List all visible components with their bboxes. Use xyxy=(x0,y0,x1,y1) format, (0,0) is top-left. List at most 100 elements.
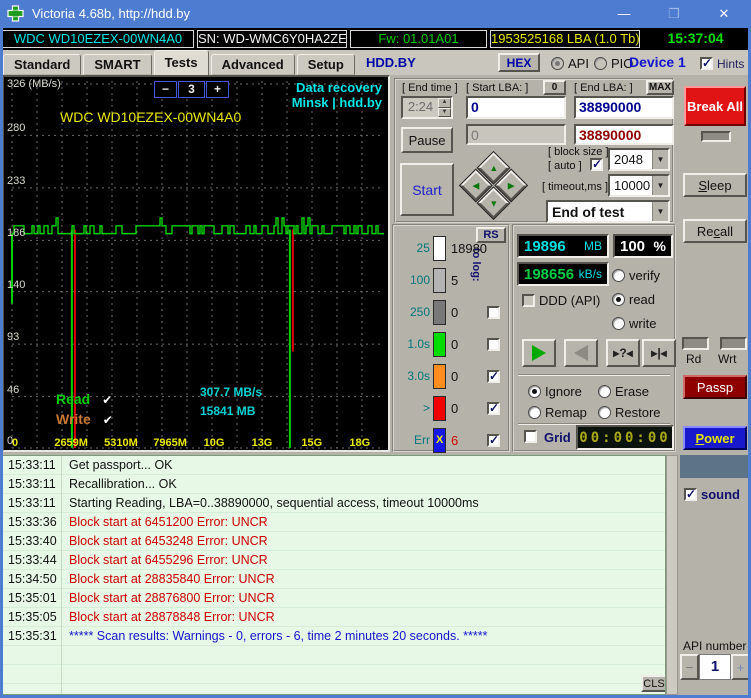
y-axis-label: 140 xyxy=(7,278,26,291)
write-activity-indicator xyxy=(720,337,747,350)
action-erase-radio[interactable]: Erase xyxy=(598,383,649,401)
watermark-line2: Minsk | hdd.by xyxy=(291,95,382,110)
recall-button[interactable]: Recall xyxy=(683,219,747,243)
break-all-button[interactable]: Break All xyxy=(684,86,746,126)
block-size-dropdown[interactable]: 2048 ▼ xyxy=(608,148,670,171)
timeout-dropdown[interactable]: 10000 ▼ xyxy=(608,174,670,197)
legend-read-check[interactable]: ✔ xyxy=(102,393,112,407)
ddd-checkbox-group: DDD (API) xyxy=(522,292,600,310)
dropdown-arrow-icon[interactable]: ▼ xyxy=(652,176,668,195)
percent-unit: % xyxy=(653,238,666,254)
mode-verify-radio[interactable]: verify xyxy=(612,267,660,285)
dropdown-arrow-icon[interactable]: ▼ xyxy=(652,150,668,169)
scan-forward-button[interactable] xyxy=(522,339,556,367)
api-radio-circle[interactable] xyxy=(551,57,564,71)
close-button[interactable]: ✕ xyxy=(704,0,744,28)
drive-info-bar: WDC WD10EZEX-00WN4A0 SN: WD-WMC6Y0HA2ZEA… xyxy=(0,28,751,50)
pio-radio[interactable]: PIO xyxy=(594,55,633,73)
hints-checkbox-group[interactable]: Hints xyxy=(700,55,744,73)
passport-button[interactable]: Passp xyxy=(683,375,747,399)
start-button[interactable]: Start xyxy=(400,163,454,216)
action-ignore-radio[interactable]: Ignore xyxy=(528,383,582,401)
action-restore-radio[interactable]: Restore xyxy=(598,404,661,422)
victoria-window: Victoria 4.68b, http://hdd.by — ❐ ✕ WDC … xyxy=(0,0,751,698)
bucket-label: 250 xyxy=(409,305,430,319)
log-row: 15:35:31 ***** Scan results: Warnings - 0… xyxy=(3,627,665,646)
end-time-spin-buttons[interactable]: ▲ ▼ xyxy=(438,98,451,117)
legend-write-check[interactable]: ✔ xyxy=(103,413,113,427)
end-action-dropdown[interactable]: End of test ▼ xyxy=(546,200,670,223)
hex-button[interactable]: HEX xyxy=(498,53,540,72)
sleep-button[interactable]: Sleep xyxy=(683,173,747,197)
bucket-checkbox[interactable] xyxy=(487,305,500,319)
pio-radio-circle[interactable] xyxy=(594,57,607,71)
scan-back-button[interactable] xyxy=(564,339,598,367)
ddd-checkbox xyxy=(522,294,535,308)
dropdown-arrow-icon[interactable]: ▼ xyxy=(652,202,668,221)
bucket-swatch: X xyxy=(433,427,446,453)
tab-standard[interactable]: Standard xyxy=(3,54,82,75)
auto-checkbox[interactable] xyxy=(590,157,603,171)
bucket-label: 3.0s xyxy=(407,369,430,383)
api-minus-button[interactable]: − xyxy=(680,654,699,680)
hints-checkbox[interactable] xyxy=(700,56,713,71)
action-remap-radio[interactable]: Remap xyxy=(528,404,587,422)
api-radio[interactable]: API xyxy=(551,55,589,73)
position-value: 19896 xyxy=(524,237,566,255)
erase-radio-circle[interactable] xyxy=(598,385,611,399)
log-panel[interactable]: 15:33:11 Get passport... OK 15:33:11 Recal… xyxy=(2,455,666,695)
log-text: Starting Reading, LBA=0..38890000, seque… xyxy=(69,496,479,510)
tab-setup[interactable]: Setup xyxy=(296,54,355,75)
butterfly-seek-button[interactable]: ▸|◂ xyxy=(642,339,676,367)
sound-checkbox-group[interactable]: sound xyxy=(684,486,740,504)
device-label: Device 1 xyxy=(629,54,686,70)
play-icon xyxy=(532,345,546,361)
random-seek-icon: ▸?◂ xyxy=(613,346,633,360)
bucket-checkbox[interactable] xyxy=(487,337,500,351)
tab-advanced[interactable]: Advanced xyxy=(210,54,295,75)
mode-read-radio[interactable]: read xyxy=(612,291,655,309)
cls-button[interactable]: CLS xyxy=(641,675,665,692)
sound-checkbox[interactable] xyxy=(684,487,697,502)
log-text: Recallibration... OK xyxy=(69,477,177,491)
zoom-in-button[interactable]: + xyxy=(206,81,229,98)
pause-button[interactable]: Pause xyxy=(401,127,453,153)
power-button[interactable]: Power xyxy=(683,426,747,450)
ignore-radio-circle[interactable] xyxy=(528,385,541,399)
mode-write-radio[interactable]: write xyxy=(612,315,656,333)
restore-radio-circle[interactable] xyxy=(598,406,611,420)
log-time: 15:33:44 xyxy=(8,553,57,567)
api-number-value[interactable]: 1 xyxy=(699,654,731,680)
log-time: 15:33:11 xyxy=(8,496,56,510)
minimize-button[interactable]: — xyxy=(604,0,644,28)
start-lba-input[interactable]: 0 xyxy=(466,96,566,119)
spin-down-icon[interactable]: ▼ xyxy=(438,107,451,117)
log-scrollbar[interactable] xyxy=(666,455,678,695)
spin-up-icon[interactable]: ▲ xyxy=(438,98,451,108)
random-seek-button[interactable]: ▸?◂ xyxy=(606,339,640,367)
verify-radio-circle[interactable] xyxy=(612,269,625,283)
bucket-checkbox[interactable] xyxy=(487,401,500,415)
bucket-checkbox[interactable] xyxy=(487,433,500,447)
log-row-empty xyxy=(3,646,665,665)
arrow-up-icon: ▲ xyxy=(489,162,498,173)
position-unit: MB xyxy=(584,239,602,253)
y-axis-label: 326 (MB/s) xyxy=(7,78,61,90)
grid-checkbox[interactable] xyxy=(524,430,537,443)
end-time-spinner[interactable]: 2:24 ▲ ▼ xyxy=(401,96,453,119)
legend-read: Read ✔ xyxy=(56,391,112,407)
end-lba-input[interactable]: 38890000 xyxy=(574,96,674,119)
tab-smart[interactable]: SMART xyxy=(83,54,152,75)
bucket-checkbox[interactable] xyxy=(487,369,500,383)
zoom-out-button[interactable]: − xyxy=(154,81,177,98)
start-lba-reset-button[interactable]: 0 xyxy=(543,80,566,95)
read-radio-circle[interactable] xyxy=(612,293,625,307)
end-lba-max-button[interactable]: MAX xyxy=(646,80,674,95)
write-radio-circle[interactable] xyxy=(612,317,625,331)
log-text: ***** Scan results: Warnings - 0, errors… xyxy=(69,629,488,643)
maximize-button[interactable]: ❐ xyxy=(654,0,694,28)
tab-tests[interactable]: Tests xyxy=(153,50,209,75)
histogram-row-250: 250 0 xyxy=(396,296,506,328)
x-axis-label: 10G xyxy=(203,437,225,449)
remap-radio-circle[interactable] xyxy=(528,406,541,420)
